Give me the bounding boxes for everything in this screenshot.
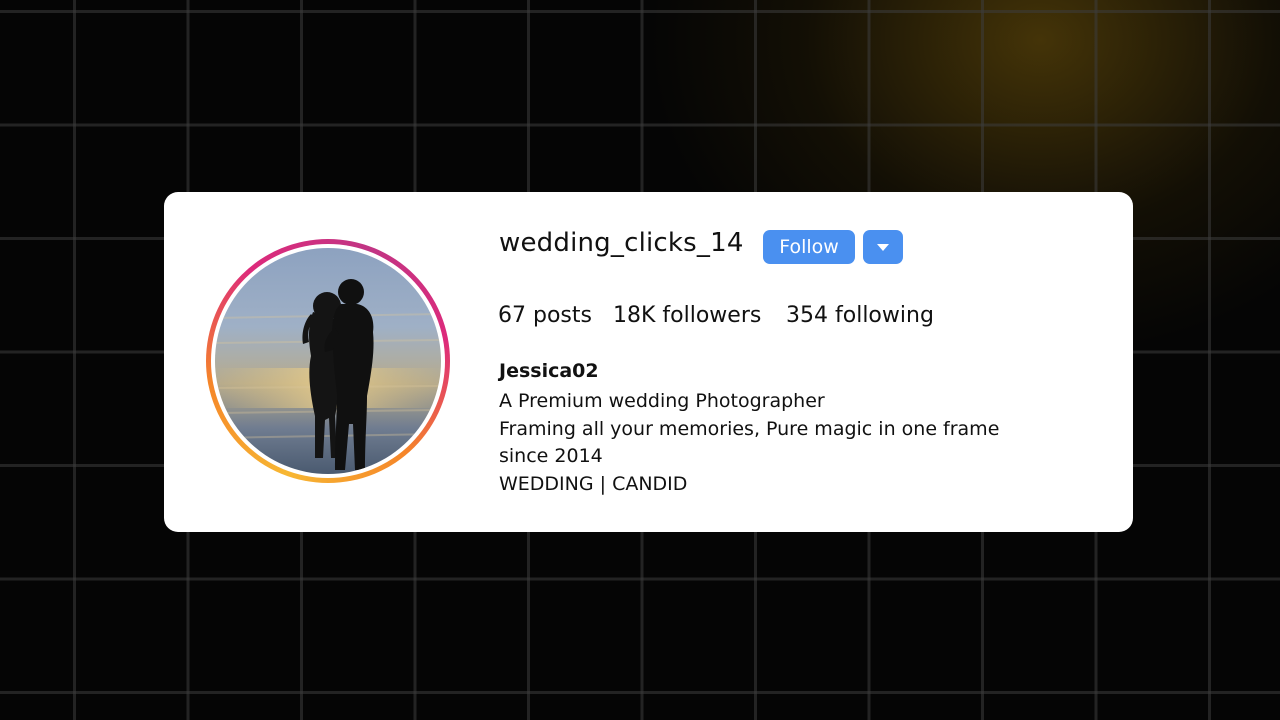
- avatar-photo: [215, 248, 441, 474]
- background-stage: wedding_clicks_14 Follow 67 posts 18K fo…: [0, 0, 1280, 720]
- following-count: 354: [786, 303, 828, 328]
- following-stat[interactable]: 354 following: [786, 303, 934, 328]
- chevron-down-icon: [877, 243, 889, 251]
- followers-label: followers: [662, 303, 762, 328]
- followers-stat[interactable]: 18K followers: [613, 303, 761, 328]
- bio-line: A Premium wedding Photographer: [499, 390, 825, 412]
- suggestions-dropdown-button[interactable]: [863, 230, 903, 264]
- following-label: following: [835, 303, 934, 328]
- posts-stat[interactable]: 67 posts: [498, 303, 592, 328]
- follow-button[interactable]: Follow: [763, 230, 855, 264]
- bio-line: WEDDING | CANDID: [499, 472, 688, 495]
- bio-line: since 2014: [499, 445, 603, 467]
- profile-card: wedding_clicks_14 Follow 67 posts 18K fo…: [164, 192, 1133, 532]
- story-ring[interactable]: [206, 239, 450, 483]
- posts-count: 67: [498, 303, 526, 328]
- bio-line: Framing all your memories, Pure magic in…: [499, 417, 1000, 440]
- username: wedding_clicks_14: [499, 228, 744, 258]
- posts-label: posts: [533, 303, 592, 328]
- followers-count: 18K: [613, 303, 656, 328]
- avatar[interactable]: [215, 248, 441, 474]
- avatar-border: [211, 244, 445, 478]
- display-name: Jessica02: [499, 360, 599, 382]
- bio: A Premium wedding Photographer Framing a…: [499, 388, 999, 498]
